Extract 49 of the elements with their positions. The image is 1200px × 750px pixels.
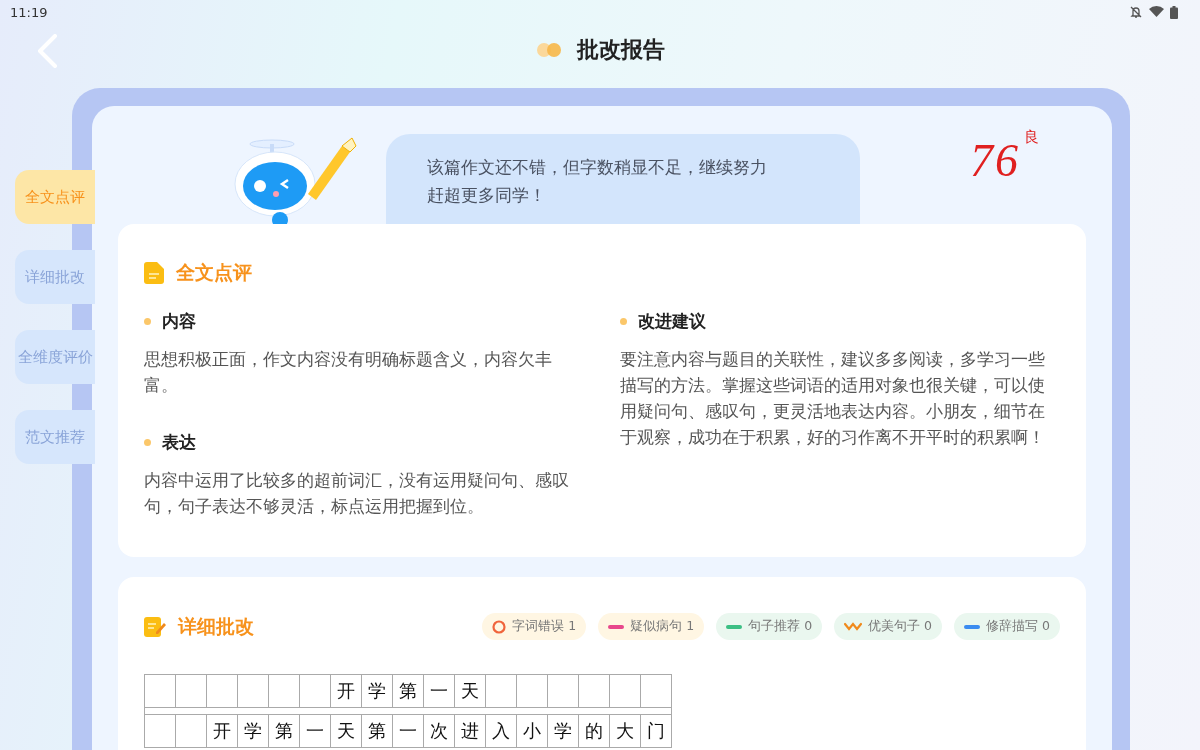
legend-chip[interactable]: 句子推荐 0 bbox=[716, 613, 823, 640]
grid-cell: 第 bbox=[362, 715, 393, 747]
dots-icon bbox=[535, 42, 563, 58]
grid-cell: 一 bbox=[300, 715, 331, 747]
section-title: 详细批改 bbox=[178, 613, 254, 639]
grid-cell: 天 bbox=[455, 675, 486, 707]
bullet-dot bbox=[144, 439, 151, 446]
grid-cell: 进 bbox=[455, 715, 486, 747]
bullet-dot bbox=[620, 318, 627, 325]
subsection-heading: 内容 bbox=[162, 310, 196, 333]
legend-chip[interactable]: 疑似病句 1 bbox=[598, 613, 705, 640]
grid-cell: 学 bbox=[548, 715, 579, 747]
grid-cell: 天 bbox=[331, 715, 362, 747]
grid-cell: 开 bbox=[207, 715, 238, 747]
grid-cell: 第 bbox=[393, 675, 424, 707]
legend-chip[interactable]: 修辞描写 0 bbox=[954, 613, 1060, 640]
subsection-heading: 改进建议 bbox=[638, 310, 706, 333]
grid-cell: 学 bbox=[362, 675, 393, 707]
mute-bell-icon bbox=[1129, 5, 1143, 19]
score-text: 76 bbox=[970, 134, 1020, 187]
grade-text: 良 bbox=[1024, 128, 1039, 147]
status-time: 11:19 bbox=[10, 4, 48, 20]
comment-paragraph: 要注意内容与题目的关联性，建议多多阅读，多学习一些描写的方法。掌握这些词语的适用对象也很关键，可以使用疑问句、感叹句，更灵活地表达内容。小朋友，细节在于观察，成功在于积累，好的习作离不开平时的积累啊！ bbox=[620, 349, 1046, 449]
grid-cell: 小 bbox=[517, 715, 548, 747]
grid-cell: 开 bbox=[331, 675, 362, 707]
grid-cell: 一 bbox=[393, 715, 424, 747]
grid-cell: 第 bbox=[269, 715, 300, 747]
comment-paragraph: 思想积极正面，作文内容没有明确标题含义，内容欠丰富。 bbox=[144, 349, 553, 397]
legend-chip[interactable]: 优美句子 0 bbox=[834, 613, 943, 640]
document-icon bbox=[144, 262, 164, 284]
grid-cell: 一 bbox=[424, 675, 455, 707]
wifi-icon bbox=[1149, 6, 1164, 18]
comment-text: 该篇作文还不错，但字数稍显不足，继续努力 bbox=[427, 156, 768, 179]
grid-cell: 的 bbox=[579, 715, 610, 747]
grid-cell-text: 门 bbox=[646, 720, 666, 743]
grid-cell: 学 bbox=[238, 715, 269, 747]
grid-cell: 次 bbox=[424, 715, 455, 747]
edit-document-icon bbox=[144, 615, 166, 638]
page-title: 批改报告 bbox=[577, 36, 665, 64]
bullet-dot bbox=[144, 318, 151, 325]
battery-icon bbox=[1170, 5, 1178, 19]
section-title: 全文点评 bbox=[176, 260, 252, 285]
legend-chip[interactable]: 字词错误 1 bbox=[482, 613, 587, 640]
grid-cell: 入 bbox=[486, 715, 517, 747]
grid-cell: 大 bbox=[610, 715, 641, 747]
comment-paragraph: 内容中运用了比较多的超前词汇，没有运用疑问句、感叹句，句子表达不够灵活，标点运用把握到位。 bbox=[144, 470, 570, 518]
back-icon[interactable] bbox=[36, 34, 58, 68]
subsection-heading: 表达 bbox=[162, 431, 196, 454]
comment-text: 赶超更多同学！ bbox=[427, 184, 547, 207]
